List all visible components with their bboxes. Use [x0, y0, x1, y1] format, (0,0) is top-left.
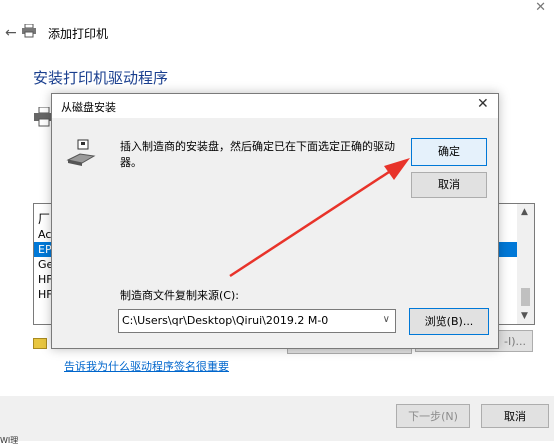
wizard-footer: 下一步(N) 取消	[0, 396, 554, 441]
dialog-cancel-button[interactable]: 取消	[411, 172, 487, 198]
cancel-button[interactable]: 取消	[481, 404, 549, 428]
dialog-title: 从磁盘安装	[61, 101, 116, 114]
browse-button[interactable]: 浏览(B)...	[409, 308, 489, 335]
scroll-thumb[interactable]	[521, 288, 530, 306]
close-icon[interactable]: ✕	[477, 96, 489, 112]
dialog-titlebar: 从磁盘安装 ✕	[52, 94, 498, 118]
scroll-up-icon[interactable]: ▲	[521, 207, 528, 217]
install-from-disk-dialog: 从磁盘安装 ✕ 插入制造商的安装盘，然后确定已在下面选定正确的驱动器。 确定 取…	[51, 93, 499, 349]
close-icon[interactable]: ✕	[535, 0, 546, 15]
page-heading: 安装打印机驱动程序	[33, 69, 169, 87]
back-arrow-icon[interactable]: ←	[5, 25, 17, 41]
scrollbar[interactable]: ▲ ▼	[517, 204, 534, 324]
copy-source-label: 制造商文件复制来源(C):	[120, 289, 239, 302]
dialog-message: 插入制造商的安装盘，然后确定已在下面选定正确的驱动器。	[120, 140, 395, 169]
copy-source-value: C:\Users\qr\Desktop\Qirui\2019.2 M-0	[122, 314, 329, 327]
ok-button[interactable]: 确定	[411, 138, 487, 166]
scroll-down-icon[interactable]: ▼	[521, 311, 528, 321]
wizard-title: 添加打印机	[48, 27, 109, 41]
disk-small-icon	[33, 338, 47, 349]
next-button[interactable]: 下一步(N)	[396, 404, 470, 428]
chevron-down-icon[interactable]: ∨	[383, 314, 390, 325]
printer-icon	[22, 24, 36, 38]
disk-drive-icon	[66, 139, 96, 166]
driver-signing-link[interactable]: 告诉我为什么驱动程序签名很重要	[64, 358, 229, 374]
copy-source-combobox[interactable]: C:\Users\qr\Desktop\Qirui\2019.2 M-0 ∨	[118, 309, 396, 333]
